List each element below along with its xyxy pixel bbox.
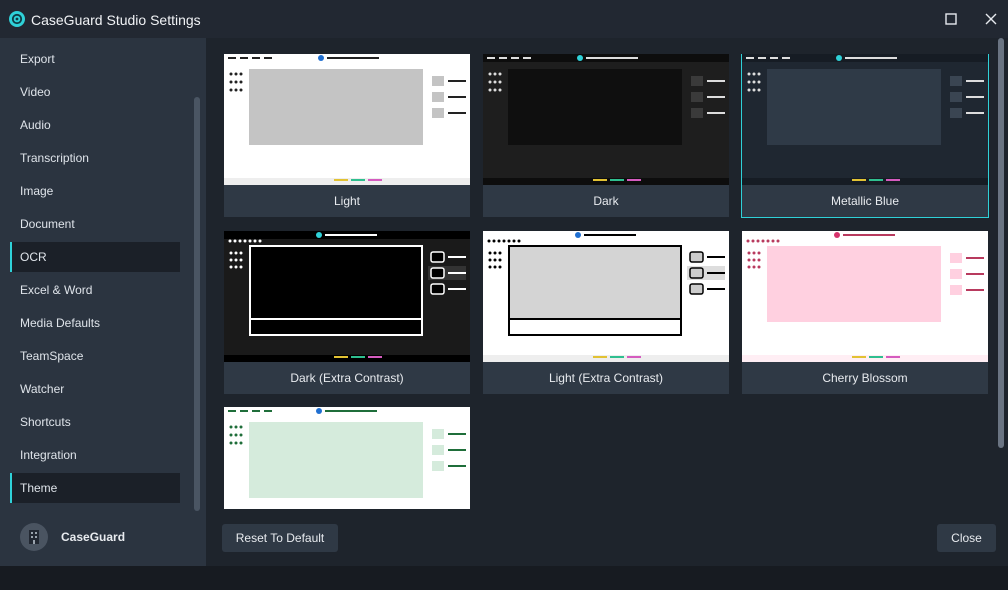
theme-label: Light [224, 185, 470, 217]
sidebar-item-shortcuts[interactable]: Shortcuts [10, 407, 180, 437]
theme-grid: Light Dark Metallic Blue Dark (Extra Con… [222, 54, 992, 509]
theme-label: Metallic Blue [742, 185, 988, 217]
sidebar-item-watcher[interactable]: Watcher [10, 374, 180, 404]
reset-to-default-button[interactable]: Reset To Default [222, 524, 338, 552]
sidebar-item-video[interactable]: Video [10, 77, 180, 107]
caseguard-logo-icon [9, 11, 25, 27]
maximize-icon [945, 13, 957, 25]
sidebar-item-image[interactable]: Image [10, 176, 180, 206]
theme-grid-scrollbar[interactable] [998, 38, 1004, 448]
close-button[interactable]: Close [937, 524, 996, 552]
window-title: CaseGuard Studio Settings [31, 12, 201, 28]
avatar [20, 523, 48, 551]
close-window-button[interactable] [981, 9, 1001, 29]
building-icon [29, 530, 39, 544]
sidebar-item-media-defaults[interactable]: Media Defaults [10, 308, 180, 338]
theme-card-light[interactable]: Light [224, 54, 470, 217]
theme-label: Dark [483, 185, 729, 217]
theme-preview-cherry-blossom [742, 231, 988, 362]
theme-label: Dark (Extra Contrast) [224, 362, 470, 394]
brand-name: CaseGuard [61, 530, 126, 544]
theme-settings-panel: Light Dark Metallic Blue Dark (Extra Con… [206, 38, 1008, 566]
theme-label: Cherry Blossom [742, 362, 988, 394]
sidebar-item-document[interactable]: Document [10, 209, 180, 239]
theme-card-green[interactable] [224, 407, 470, 509]
theme-label: Light (Extra Contrast) [483, 362, 729, 394]
sidebar-item-excel-word[interactable]: Excel & Word [10, 275, 180, 305]
theme-preview-dark [483, 54, 729, 185]
theme-preview-light-extra-contrast [483, 231, 729, 362]
brand-account[interactable]: CaseGuard [20, 523, 125, 551]
settings-sidebar: Export Video Audio Transcription Image D… [0, 38, 206, 566]
theme-card-light-extra-contrast[interactable]: Light (Extra Contrast) [483, 231, 729, 394]
sidebar-scrollbar[interactable] [194, 97, 200, 511]
theme-card-dark-extra-contrast[interactable]: Dark (Extra Contrast) [224, 231, 470, 394]
theme-card-cherry-blossom[interactable]: Cherry Blossom [742, 231, 988, 394]
title-bar: CaseGuard Studio Settings [0, 0, 1008, 38]
sidebar-item-theme[interactable]: Theme [10, 473, 180, 503]
sidebar-item-ocr[interactable]: OCR [10, 242, 180, 272]
sidebar-item-transcription[interactable]: Transcription [10, 143, 180, 173]
sidebar-item-integration[interactable]: Integration [10, 440, 180, 470]
sidebar-item-teamspace[interactable]: TeamSpace [10, 341, 180, 371]
theme-preview-dark-extra-contrast [224, 231, 470, 362]
window-footer [0, 566, 1008, 590]
theme-preview-light [224, 54, 470, 185]
theme-card-metallic-blue[interactable]: Metallic Blue [741, 54, 989, 218]
sidebar-item-export[interactable]: Export [10, 44, 180, 74]
sidebar-item-audio[interactable]: Audio [10, 110, 180, 140]
close-icon [985, 13, 997, 25]
theme-preview-metallic-blue [742, 54, 988, 185]
maximize-button[interactable] [941, 9, 961, 29]
theme-preview-green [224, 407, 470, 509]
theme-card-dark[interactable]: Dark [483, 54, 729, 217]
